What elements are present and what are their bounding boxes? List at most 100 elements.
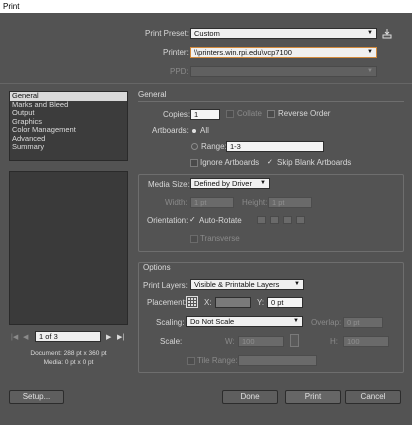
copies-value: 1: [194, 110, 199, 119]
save-preset-icon[interactable]: [382, 28, 392, 39]
general-section-divider: [138, 101, 404, 102]
portrait-orientation-icon[interactable]: [257, 216, 266, 224]
range-label: Range:: [201, 142, 227, 151]
scale-height-label: H:: [330, 337, 338, 346]
print-layers-select[interactable]: Visible & Printable Layers ▼: [190, 279, 304, 290]
radio-selected-dot: [192, 129, 196, 133]
previous-page-icon[interactable]: ◀: [23, 333, 28, 341]
media-size-info: Media: 0 pt x 0 pt: [43, 359, 94, 366]
range-field[interactable]: 1-3: [226, 141, 324, 152]
page-number-field[interactable]: 1 of 3: [35, 331, 101, 342]
reverse-order-label: Reverse Order: [278, 109, 331, 118]
next-page-icon[interactable]: ▶: [106, 333, 111, 341]
auto-rotate-check-icon[interactable]: ✓: [189, 215, 196, 224]
skip-blank-artboards-checkbox[interactable]: [266, 158, 274, 167]
x-label: X:: [204, 298, 212, 307]
ignore-artboards-label: Ignore Artboards: [200, 158, 260, 167]
height-field[interactable]: 1 pt: [268, 197, 312, 208]
print-layers-label: Print Layers:: [143, 281, 188, 290]
link-proportions-icon[interactable]: [290, 334, 299, 347]
chevron-down-icon: ▼: [367, 68, 373, 74]
skip-blank-artboards-label: Skip Blank Artboards: [277, 158, 352, 167]
printer-select[interactable]: \\printers.win.rpi.edu\vcp7100 ▼: [190, 47, 377, 58]
transverse-checkbox[interactable]: [190, 235, 198, 243]
scale-height-field[interactable]: 100: [343, 336, 389, 347]
chevron-down-icon: ▼: [260, 180, 266, 186]
category-item-summary[interactable]: Summary: [10, 142, 127, 152]
window-title-bar: Print: [0, 0, 412, 13]
chevron-down-icon: ▼: [293, 318, 299, 324]
width-field[interactable]: 1 pt: [190, 197, 234, 208]
options-section-title: Options: [143, 263, 171, 272]
ppd-select[interactable]: ▼: [190, 66, 377, 77]
x-field[interactable]: [215, 297, 251, 308]
scaling-select[interactable]: Do Not Scale ▼: [186, 316, 303, 327]
flipped-portrait-orientation-icon[interactable]: [283, 216, 292, 224]
flipped-landscape-orientation-icon[interactable]: [296, 216, 305, 224]
document-size-info: Document: 288 pt x 360 pt: [30, 350, 107, 357]
first-page-icon[interactable]: |◀: [11, 333, 18, 341]
overlap-label: Overlap:: [311, 318, 342, 327]
done-button[interactable]: Done: [222, 390, 278, 404]
all-artboards-label: All: [200, 126, 209, 135]
overlap-field[interactable]: 0 pt: [343, 317, 383, 328]
last-page-icon[interactable]: ▶|: [117, 333, 124, 341]
tile-range-label: Tile Range:: [197, 356, 238, 365]
scale-label: Scale:: [160, 337, 183, 346]
print-preset-select[interactable]: Custom ▼: [190, 28, 377, 39]
y-label: Y:: [257, 298, 265, 307]
width-label: Width:: [165, 198, 188, 207]
scale-width-field[interactable]: 100: [238, 336, 284, 347]
scaling-label: Scaling:: [156, 318, 185, 327]
window-title: Print: [3, 2, 20, 11]
height-value: 1 pt: [272, 198, 285, 207]
page-number-value: 1 of 3: [39, 332, 58, 341]
scale-height-value: 100: [347, 337, 360, 346]
header-divider: [0, 83, 412, 84]
auto-rotate-label: Auto-Rotate: [199, 216, 242, 225]
chevron-down-icon: ▼: [367, 30, 373, 36]
tile-range-checkbox[interactable]: [187, 357, 195, 365]
y-field[interactable]: 0 pt: [267, 297, 303, 308]
setup-button[interactable]: Setup...: [9, 390, 64, 404]
print-layers-value: Visible & Printable Layers: [194, 280, 280, 289]
placement-grid-icon[interactable]: [186, 296, 198, 308]
reverse-order-checkbox[interactable]: [267, 110, 275, 118]
general-section-title: General: [138, 90, 167, 99]
print-preview[interactable]: [9, 171, 128, 325]
all-artboards-radio[interactable]: [190, 126, 198, 134]
printer-value: \\printers.win.rpi.edu\vcp7100: [194, 48, 292, 57]
tile-range-field[interactable]: [238, 355, 317, 366]
cancel-button[interactable]: Cancel: [345, 390, 401, 404]
media-size-value: Defined by Driver: [194, 179, 252, 188]
range-radio[interactable]: [191, 143, 198, 150]
width-value: 1 pt: [194, 198, 207, 207]
y-value: 0 pt: [271, 298, 284, 307]
landscape-orientation-icon[interactable]: [270, 216, 279, 224]
chevron-down-icon: ▼: [367, 49, 373, 55]
height-label: Height:: [242, 198, 268, 207]
scale-width-label: W:: [225, 337, 235, 346]
placement-label: Placement:: [147, 298, 188, 307]
scale-width-value: 100: [242, 337, 255, 346]
print-preset-value: Custom: [194, 29, 220, 38]
chevron-down-icon: ▼: [294, 281, 300, 287]
ignore-artboards-checkbox[interactable]: [190, 159, 198, 167]
print-preset-label: Print Preset:: [145, 29, 190, 38]
orientation-label: Orientation:: [147, 216, 189, 225]
print-button[interactable]: Print: [285, 390, 341, 404]
category-list[interactable]: General Marks and Bleed Output Graphics …: [9, 91, 128, 161]
range-value: 1-3: [230, 142, 241, 151]
media-size-label: Media Size:: [148, 180, 190, 189]
transverse-label: Transverse: [200, 234, 240, 243]
overlap-value: 0 pt: [347, 318, 360, 327]
collate-checkbox[interactable]: [226, 110, 234, 118]
collate-label: Collate: [237, 109, 262, 118]
artboards-label: Artboards:: [152, 126, 189, 135]
printer-label: Printer:: [163, 48, 189, 57]
copies-label: Copies:: [163, 110, 191, 119]
ppd-label: PPD:: [170, 67, 189, 76]
scaling-value: Do Not Scale: [190, 317, 235, 326]
copies-field[interactable]: 1: [190, 109, 220, 120]
media-size-select[interactable]: Defined by Driver ▼: [190, 178, 270, 189]
